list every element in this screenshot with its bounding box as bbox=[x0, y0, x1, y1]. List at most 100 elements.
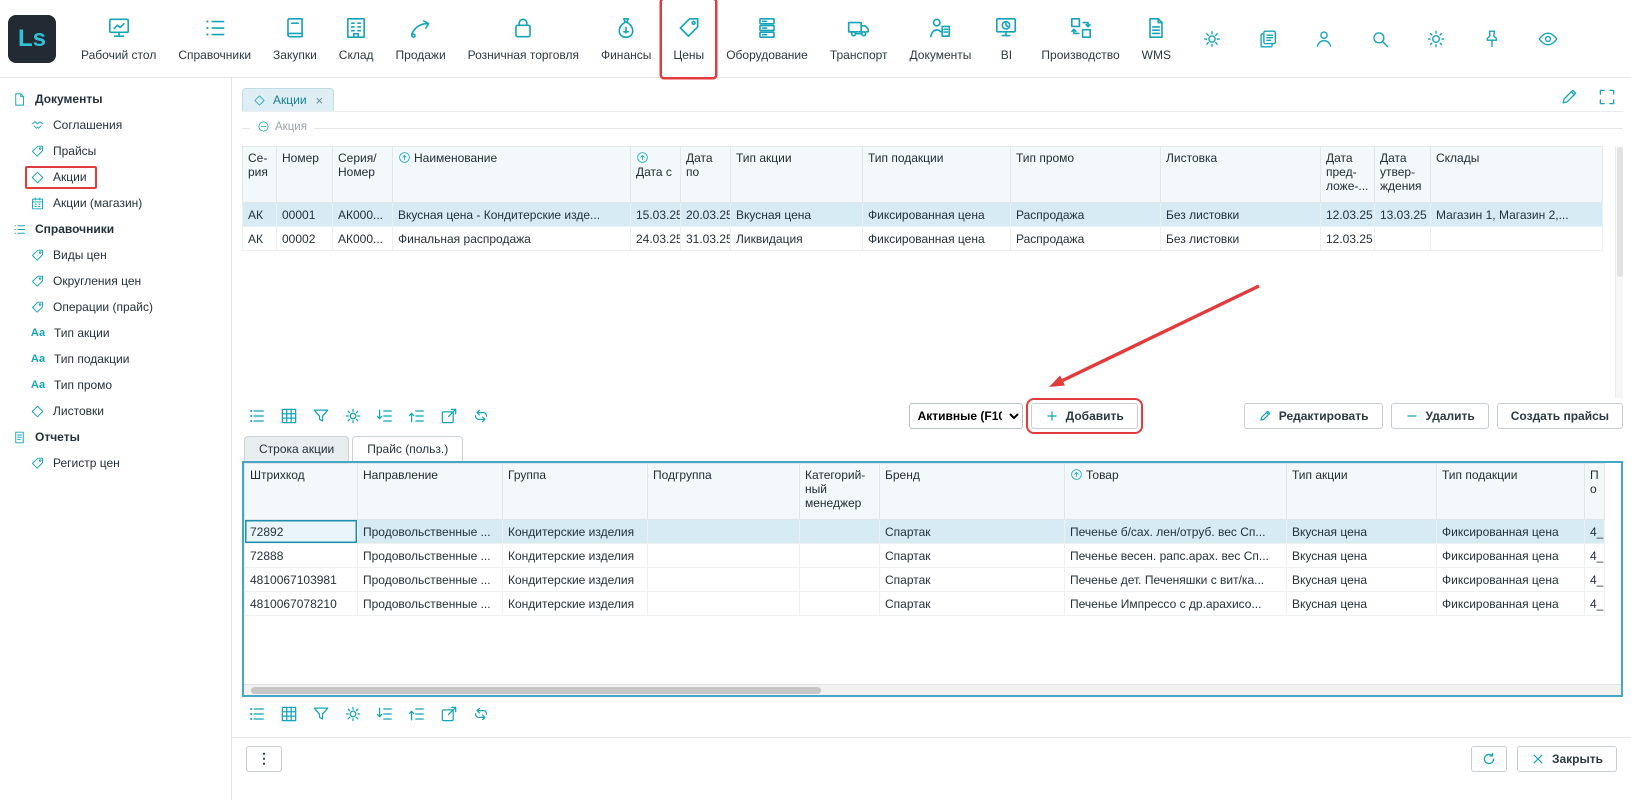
cell[interactable]: 00001 bbox=[277, 203, 333, 227]
column-header[interactable]: Тип акции bbox=[1287, 464, 1437, 520]
sorted-list-button[interactable] bbox=[370, 403, 400, 429]
sidebar-item-promo-type[interactable]: АаТип акции bbox=[0, 320, 231, 346]
cell[interactable] bbox=[800, 568, 880, 592]
column-header[interactable]: Тип подакции bbox=[1437, 464, 1585, 520]
cell[interactable]: 4810067103981 bbox=[245, 568, 358, 592]
tab-custom-price[interactable]: Прайс (польз.) bbox=[352, 436, 463, 461]
cell[interactable]: 24.03.25 bbox=[631, 227, 681, 251]
menu-item-equipment[interactable]: Оборудование bbox=[715, 0, 819, 77]
view-rows-button[interactable] bbox=[242, 701, 272, 727]
cell[interactable]: Вкусная цена bbox=[1287, 592, 1437, 616]
column-header[interactable]: Тип подакции bbox=[863, 147, 1011, 203]
cell[interactable]: 72888 bbox=[245, 544, 358, 568]
cell[interactable]: Продовольственные ... bbox=[358, 520, 503, 544]
cell[interactable] bbox=[800, 520, 880, 544]
sidebar-item-pricelists[interactable]: Прайсы bbox=[0, 138, 231, 164]
sidebar-section-reports[interactable]: Отчеты bbox=[0, 424, 231, 450]
more-actions-button[interactable]: ⋮ bbox=[246, 746, 282, 772]
cell[interactable]: Фиксированная цена bbox=[863, 203, 1011, 227]
cell[interactable]: 12.03.25 bbox=[1321, 203, 1375, 227]
horizontal-scrollbar[interactable] bbox=[244, 684, 1621, 695]
add-button[interactable]: Добавить bbox=[1031, 403, 1138, 429]
cell[interactable] bbox=[648, 520, 800, 544]
filter-button[interactable] bbox=[306, 701, 336, 727]
cell[interactable]: 12.03.25 bbox=[1321, 227, 1375, 251]
cell[interactable]: Кондитерские изделия bbox=[503, 592, 648, 616]
cell[interactable]: АК bbox=[243, 227, 277, 251]
sidebar-item-price-operations[interactable]: Операции (прайс) bbox=[0, 294, 231, 320]
cell[interactable]: Вкусная цена - Кондитерские изде... bbox=[393, 203, 631, 227]
column-header[interactable]: Дата с bbox=[631, 147, 681, 203]
reload-button[interactable] bbox=[466, 701, 496, 727]
cell[interactable]: 13.03.25 bbox=[1375, 203, 1431, 227]
fullscreen-button[interactable] bbox=[1597, 87, 1617, 107]
column-header[interactable]: Серия/Номер bbox=[333, 147, 393, 203]
cell[interactable]: Магазин 1, Магазин 2,... bbox=[1431, 203, 1603, 227]
cell[interactable]: 00002 bbox=[277, 227, 333, 251]
cell[interactable]: Вкусная цена bbox=[1287, 520, 1437, 544]
visibility-button[interactable] bbox=[1535, 26, 1561, 52]
collapse-icon[interactable] bbox=[257, 120, 270, 133]
menu-item-prices[interactable]: Цены bbox=[662, 0, 715, 77]
refresh-button[interactable] bbox=[1471, 746, 1507, 772]
cell[interactable]: 4810067078210 bbox=[245, 592, 358, 616]
vertical-scrollbar[interactable] bbox=[1615, 146, 1623, 398]
cell[interactable]: 4_П bbox=[1585, 520, 1605, 544]
cell[interactable]: 4_П bbox=[1585, 544, 1605, 568]
search-button[interactable] bbox=[1367, 26, 1393, 52]
column-header[interactable]: Группа bbox=[503, 464, 648, 520]
cell[interactable] bbox=[648, 544, 800, 568]
column-header[interactable]: Листовка bbox=[1161, 147, 1321, 203]
cell[interactable]: АК bbox=[243, 203, 277, 227]
cell[interactable]: Распродажа bbox=[1011, 203, 1161, 227]
cell[interactable]: Фиксированная цена bbox=[1437, 592, 1585, 616]
cell[interactable]: Распродажа bbox=[1011, 227, 1161, 251]
cell[interactable]: Ликвидация bbox=[731, 227, 863, 251]
cell[interactable] bbox=[800, 544, 880, 568]
cell[interactable]: 15.03.25 bbox=[631, 203, 681, 227]
sidebar-item-price-types[interactable]: Виды цен bbox=[0, 242, 231, 268]
cell[interactable]: Финальная распродажа bbox=[393, 227, 631, 251]
cell[interactable]: Без листовки bbox=[1161, 203, 1321, 227]
cell[interactable]: Продовольственные ... bbox=[358, 568, 503, 592]
notes-button[interactable] bbox=[1255, 26, 1281, 52]
grouping-button[interactable] bbox=[402, 701, 432, 727]
cell[interactable] bbox=[648, 592, 800, 616]
menu-item-finance[interactable]: Финансы bbox=[590, 0, 662, 77]
menu-item-catalogs[interactable]: Справочники bbox=[167, 0, 262, 77]
menu-item-retail[interactable]: Розничная торговля bbox=[457, 0, 590, 77]
view-rows-button[interactable] bbox=[242, 403, 272, 429]
column-header[interactable]: Наименование bbox=[393, 147, 631, 203]
menu-item-wms[interactable]: WMS bbox=[1131, 0, 1182, 77]
column-header[interactable]: Направление bbox=[358, 464, 503, 520]
column-header[interactable]: Бренд bbox=[880, 464, 1065, 520]
cell[interactable]: Фиксированная цена bbox=[1437, 520, 1585, 544]
view-grid-button[interactable] bbox=[274, 701, 304, 727]
cell[interactable]: 31.03.25 bbox=[681, 227, 731, 251]
scrollbar-thumb[interactable] bbox=[1617, 147, 1623, 277]
edit-button[interactable]: Редактировать bbox=[1244, 403, 1383, 429]
column-header[interactable]: Дата утвер-ждения bbox=[1375, 147, 1431, 203]
sidebar-item-promotions[interactable]: Акции bbox=[0, 164, 231, 190]
column-header[interactable]: Товар bbox=[1065, 464, 1287, 520]
grid-settings-button[interactable] bbox=[338, 403, 368, 429]
cell[interactable]: Вкусная цена bbox=[1287, 544, 1437, 568]
app-logo[interactable]: Ls bbox=[8, 15, 56, 63]
cell[interactable]: 4_П bbox=[1585, 592, 1605, 616]
column-header[interactable]: Номер bbox=[277, 147, 333, 203]
sidebar-item-leaflets[interactable]: Листовки bbox=[0, 398, 231, 424]
sidebar-item-price-register[interactable]: Регистр цен bbox=[0, 450, 231, 476]
close-button[interactable]: Закрыть bbox=[1517, 746, 1617, 772]
column-header[interactable]: Дата пред-ложе-... bbox=[1321, 147, 1375, 203]
reload-button[interactable] bbox=[466, 403, 496, 429]
cell[interactable]: Кондитерские изделия bbox=[503, 544, 648, 568]
sidebar-item-subpromo-type[interactable]: АаТип подакции bbox=[0, 346, 231, 372]
cell[interactable] bbox=[648, 568, 800, 592]
cell[interactable]: Печенье дет. Печеняшки с вит/ка... bbox=[1065, 568, 1287, 592]
sorted-list-button[interactable] bbox=[370, 701, 400, 727]
filter-button[interactable] bbox=[306, 403, 336, 429]
sidebar-item-price-rounding[interactable]: Округления цен bbox=[0, 268, 231, 294]
pin-button[interactable] bbox=[1479, 26, 1505, 52]
view-grid-button[interactable] bbox=[274, 403, 304, 429]
cell[interactable]: Печенье Импрессо с др.арахисо... bbox=[1065, 592, 1287, 616]
